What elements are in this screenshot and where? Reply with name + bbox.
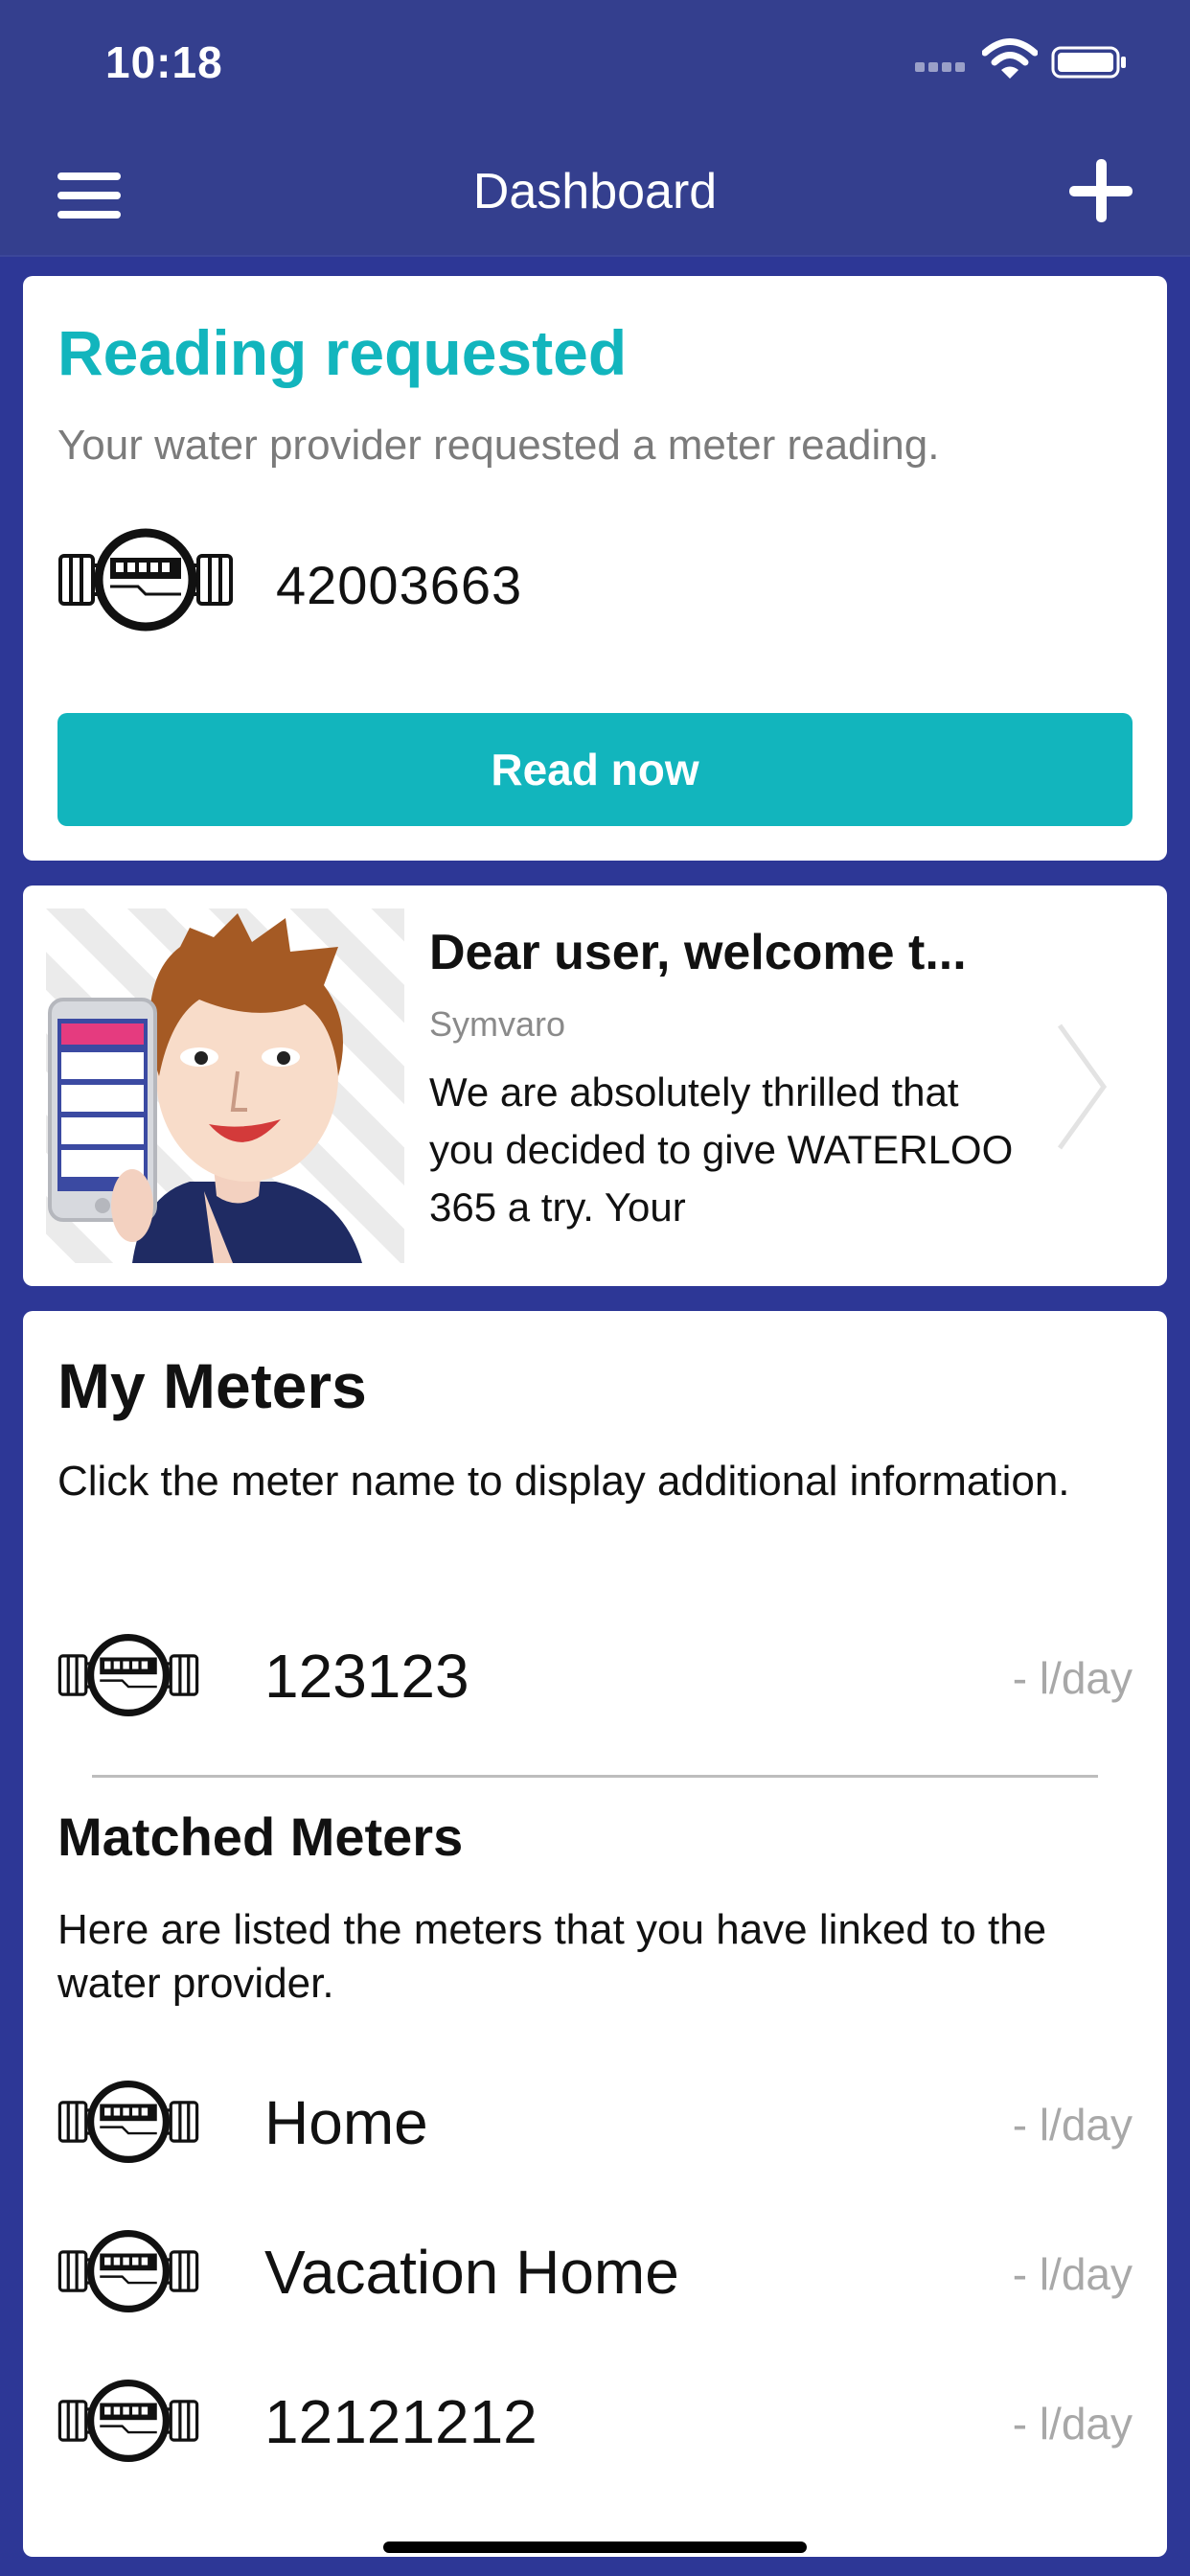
meter-name[interactable]: 123123 <box>264 1641 469 1712</box>
meter-name[interactable]: 12121212 <box>264 2386 538 2457</box>
my-meters-title: My Meters <box>57 1350 367 1421</box>
matched-meter-row[interactable]: Home - l/day <box>57 2074 1133 2170</box>
wifi-icon <box>982 38 1038 79</box>
news-illustration <box>46 908 404 1263</box>
news-title: Dear user, welcome t... <box>429 925 967 980</box>
battery-icon <box>1051 46 1126 79</box>
cellular-signal-icon <box>915 59 973 73</box>
news-preview: We are absolutely thrilled that you deci… <box>429 1070 1014 1230</box>
matched-meter-row[interactable]: Vacation Home - l/day <box>57 2223 1133 2319</box>
meter-name[interactable]: Home <box>264 2087 428 2158</box>
meter-usage: - l/day <box>1012 2249 1133 2299</box>
reading-requested-title: Reading requested <box>57 317 628 388</box>
my-meters-description: Click the meter name to display addition… <box>57 1458 1070 1505</box>
water-meter-icon <box>57 527 234 632</box>
matched-meters-description: Here are listed the meters that you have… <box>57 1906 1047 2007</box>
news-source: Symvaro <box>429 1004 566 1044</box>
meter-usage: - l/day <box>1012 2100 1133 2150</box>
meter-usage: - l/day <box>1012 1653 1133 1703</box>
home-indicator[interactable] <box>383 2542 807 2553</box>
add-icon[interactable] <box>1069 159 1133 222</box>
navigation-bar: Dashboard <box>0 134 1190 257</box>
requested-meter-id: 42003663 <box>276 555 523 615</box>
page-title: Dashboard <box>472 164 718 219</box>
read-now-button[interactable]: Read now <box>57 713 1133 826</box>
meter-usage: - l/day <box>1012 2399 1133 2449</box>
reading-requested-card: Reading requested Your water provider re… <box>23 276 1167 861</box>
water-meter-icon <box>57 2078 199 2166</box>
matched-meter-row[interactable]: 12121212 - l/day <box>57 2373 1133 2469</box>
matched-meters-title: Matched Meters <box>57 1806 464 1867</box>
meter-row[interactable]: 123123 - l/day <box>57 1627 1133 1723</box>
chevron-right-icon[interactable] <box>1052 1020 1110 1154</box>
reading-requested-subtitle: Your water provider requested a meter re… <box>57 422 940 469</box>
water-meter-icon <box>57 1631 199 1719</box>
news-card[interactable]: Dear user, welcome t... Symvaro We are a… <box>23 886 1167 1286</box>
status-bar: 10:18 <box>0 0 1190 134</box>
water-meter-icon <box>57 2227 199 2315</box>
divider <box>92 1775 1098 1778</box>
status-time: 10:18 <box>105 37 223 87</box>
my-meters-card: My Meters Click the meter name to displa… <box>23 1311 1167 2557</box>
water-meter-icon <box>57 2377 199 2465</box>
meter-name[interactable]: Vacation Home <box>264 2237 679 2308</box>
